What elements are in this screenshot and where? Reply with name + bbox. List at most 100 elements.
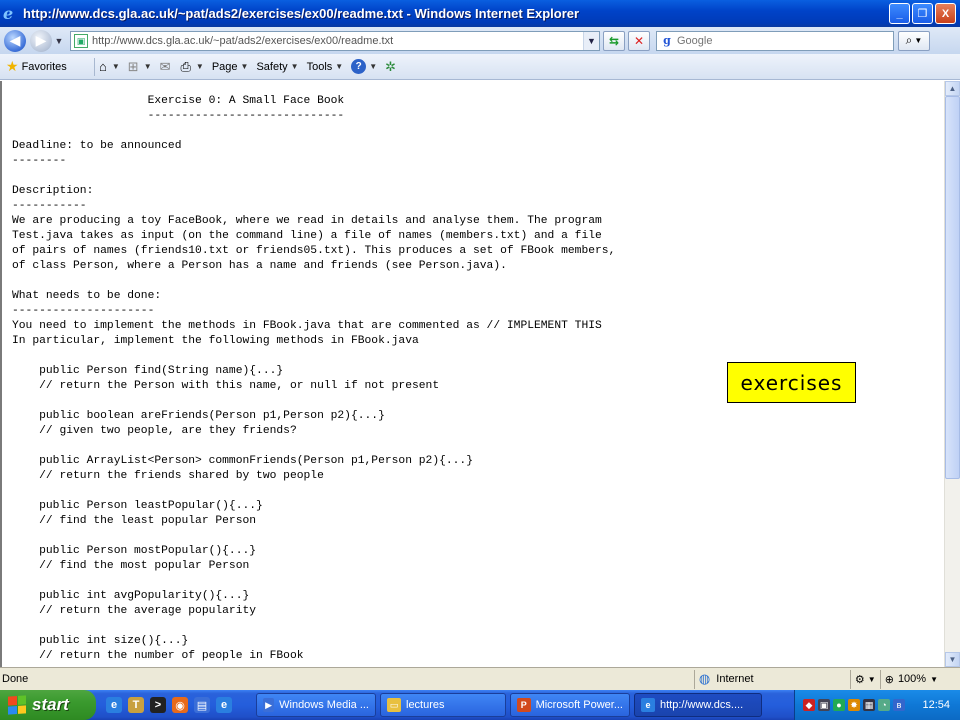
page-menu[interactable]: Page ▼ xyxy=(212,61,249,73)
taskbar-button-lectures[interactable]: ▭ lectures xyxy=(380,693,506,717)
refresh-icon: ⇆ xyxy=(608,33,620,48)
desktop-icon[interactable]: ▤ xyxy=(194,697,210,713)
vertical-scrollbar[interactable]: ▲ ▼ xyxy=(944,81,960,667)
ie-quicklaunch-icon[interactable]: e xyxy=(106,697,122,713)
readme-line: // given two people, are they friends? xyxy=(12,425,297,437)
taskbar-button-browser[interactable]: e http://www.dcs.... xyxy=(634,693,762,717)
feeds-button[interactable]: ⊞ ▼ xyxy=(128,59,152,75)
favorites-button[interactable]: ★ Favorites xyxy=(6,58,90,75)
stop-button[interactable]: ✕ xyxy=(628,30,650,51)
chevron-down-icon: ▼ xyxy=(867,674,876,684)
chevron-down-icon: ▼ xyxy=(143,62,152,71)
taskbar-button-label: http://www.dcs.... xyxy=(660,699,744,711)
history-dropdown-icon[interactable]: ▼ xyxy=(52,36,66,46)
readme-line: --------------------- xyxy=(12,305,155,317)
safety-menu[interactable]: Safety ▼ xyxy=(256,61,298,73)
back-button[interactable]: ◀ xyxy=(4,29,26,52)
research-icon: ✲ xyxy=(385,58,397,74)
scroll-down-button[interactable]: ▼ xyxy=(945,652,960,667)
tray-icon-display[interactable]: ▦ xyxy=(863,699,875,711)
powerpoint-icon: P xyxy=(517,698,531,712)
scroll-thumb[interactable] xyxy=(945,96,960,479)
readme-line: // find the least popular Person xyxy=(12,515,257,527)
toolbar-separator xyxy=(94,57,95,76)
forward-button[interactable]: ▶ xyxy=(30,29,52,52)
taskbar-button-media[interactable]: ▶ Windows Media ... xyxy=(256,693,376,717)
favorites-label: Favorites xyxy=(21,60,67,73)
readme-line: Test.java takes as input (on the command… xyxy=(12,230,602,242)
home-icon: ⌂ xyxy=(99,59,107,74)
maximize-button[interactable]: ❐ xyxy=(912,3,933,24)
tray-icon-bluetooth[interactable]: ʙ xyxy=(893,699,905,711)
taskbar: start e T > ◉ ▤ e ▶ Windows Media ... ▭ … xyxy=(0,690,960,720)
research-button[interactable]: ✲ xyxy=(385,59,398,75)
search-dropdown-icon: ▼ xyxy=(914,36,923,45)
url-field[interactable]: ▣ ▼ xyxy=(70,30,600,51)
ie-icon: e xyxy=(641,698,655,712)
page-menu-label: Page xyxy=(211,60,238,73)
exercises-annotation: exercises xyxy=(727,362,856,403)
tray-icon-update[interactable]: ● xyxy=(833,699,845,711)
google-icon: g xyxy=(663,33,671,47)
readme-line: Exercise 0: A Small Face Book xyxy=(12,95,345,107)
media-player-icon: ▶ xyxy=(263,698,275,712)
firefox-icon[interactable]: ◉ xyxy=(172,697,188,713)
zone-label: Internet xyxy=(716,673,754,685)
chevron-down-icon: ▼ xyxy=(195,62,204,71)
scroll-up-button[interactable]: ▲ xyxy=(945,81,960,96)
zoom-control[interactable]: ⊕ 100% ▼ xyxy=(879,669,942,689)
command-prompt-icon[interactable]: > xyxy=(150,697,166,713)
gear-icon: ⚙ xyxy=(854,673,865,686)
start-button[interactable]: start xyxy=(0,690,96,720)
search-button[interactable]: ⌕ ▼ xyxy=(898,30,930,51)
taskbar-button-powerpoint[interactable]: P Microsoft Power... xyxy=(510,693,630,717)
readme-line: ----------- xyxy=(12,200,87,212)
zoom-icon: ⊕ xyxy=(884,673,894,686)
home-button[interactable]: ⌂ ▼ xyxy=(99,59,120,74)
url-input[interactable] xyxy=(92,34,583,47)
tray-icon-antivirus[interactable]: ◆ xyxy=(803,699,815,711)
tools-menu[interactable]: Tools ▼ xyxy=(307,61,344,73)
globe-icon: ◍ xyxy=(698,671,711,686)
readme-line: // return the friends shared by two peop… xyxy=(12,470,324,482)
back-arrow-icon: ◀ xyxy=(9,32,21,48)
search-icon: ⌕ xyxy=(905,33,913,47)
stop-icon: ✕ xyxy=(633,33,645,48)
readme-line: public Person find(String name){...} xyxy=(12,365,284,377)
tool-quicklaunch-icon[interactable]: T xyxy=(128,697,144,713)
chevron-down-icon: ▼ xyxy=(111,62,120,71)
ie-quicklaunch-icon-2[interactable]: e xyxy=(216,697,232,713)
tray-icon-volume[interactable]: ◔ xyxy=(878,699,890,711)
security-zone[interactable]: ◍ Internet xyxy=(693,669,850,689)
safety-menu-label: Safety xyxy=(256,60,288,73)
help-menu[interactable]: ? ▼ xyxy=(351,59,377,74)
forward-arrow-icon: ▶ xyxy=(35,32,47,48)
readme-line: of pairs of names (friends10.txt or frie… xyxy=(12,245,616,257)
readme-line: ----------------------------- xyxy=(12,110,345,122)
readme-line: public Person leastPopular(){...} xyxy=(12,500,263,512)
scroll-up-icon: ▲ xyxy=(948,84,957,93)
read-mail-button[interactable]: ✉ xyxy=(160,59,173,75)
close-button[interactable]: X xyxy=(935,3,956,24)
tray-icon-network[interactable]: ▣ xyxy=(818,699,830,711)
tools-menu-label: Tools xyxy=(306,60,333,73)
refresh-button[interactable]: ⇆ xyxy=(603,30,625,51)
readme-line: Description: xyxy=(12,185,94,197)
start-label: start xyxy=(32,695,69,714)
print-button[interactable]: ⎙ ▼ xyxy=(181,59,204,75)
protected-mode-indicator[interactable]: ⚙ ▼ xyxy=(849,669,880,689)
readme-line: You need to implement the methods in FBo… xyxy=(12,320,602,332)
readme-line: public int avgPopularity(){...} xyxy=(12,590,250,602)
system-tray: ◆ ▣ ● ✸ ▦ ◔ ʙ 12:54 xyxy=(794,690,960,720)
readme-line: public int size(){...} xyxy=(12,635,189,647)
chevron-down-icon: ▼ xyxy=(240,62,249,71)
tray-icon-security[interactable]: ✸ xyxy=(848,699,860,711)
search-field[interactable]: g xyxy=(656,30,894,51)
search-input[interactable] xyxy=(677,34,893,47)
url-dropdown-icon[interactable]: ▼ xyxy=(583,31,599,50)
window-title: http://www.dcs.gla.ac.uk/~pat/ads2/exerc… xyxy=(23,6,580,21)
favorites-star-icon: ★ xyxy=(6,58,19,74)
chevron-down-icon: ▼ xyxy=(930,674,938,684)
minimize-button[interactable]: _ xyxy=(889,3,910,24)
clock: 12:54 xyxy=(922,699,950,711)
